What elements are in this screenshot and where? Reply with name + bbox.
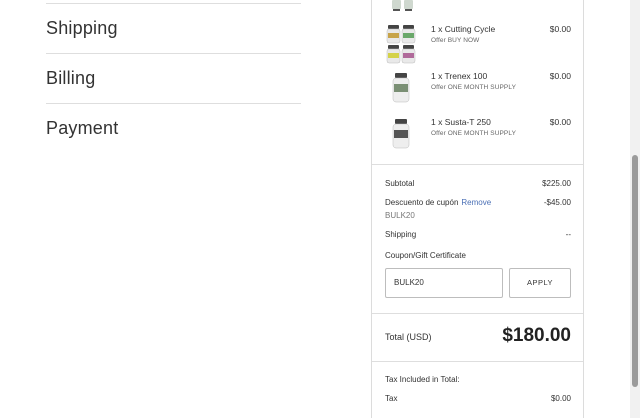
discount-label: Descuento de cupón: [385, 198, 459, 207]
item-name: 1 x Cutting Cycle: [431, 24, 496, 34]
item-price: $0.00: [549, 71, 571, 81]
cart-item: 1 x Susta-T 250 Offer ONE MONTH SUPPLY $…: [372, 117, 583, 163]
apply-coupon-button[interactable]: APPLY: [509, 268, 571, 298]
tax-included-label: Tax Included in Total:: [385, 375, 460, 384]
cart-item: 1 x Cutting Cycle Offer BUY NOW $0.00: [372, 24, 583, 70]
item-offer: Offer ONE MONTH SUPPLY: [431, 130, 517, 137]
shipping-value: --: [565, 230, 571, 239]
total-label: Total (USD): [385, 332, 432, 342]
subtotal-label: Subtotal: [385, 179, 415, 188]
tax-label: Tax: [385, 394, 398, 403]
divider: [372, 313, 583, 314]
product-bottle-icon: [392, 73, 410, 103]
item-name: 1 x Susta-T 250: [431, 117, 491, 127]
product-bottle-icon: [392, 119, 410, 149]
step-payment-label: Payment: [46, 118, 119, 138]
coupon-label: Coupon/Gift Certificate: [385, 251, 466, 260]
scrollbar-thumb[interactable]: [632, 155, 638, 387]
step-shipping[interactable]: Shipping: [46, 4, 301, 53]
tax-value: $0.00: [550, 394, 571, 403]
order-summary: 1 x Cutting Cycle Offer BUY NOW $0.00 1 …: [371, 0, 584, 418]
step-billing-label: Billing: [46, 68, 96, 88]
coupon-input[interactable]: BULK20: [385, 268, 503, 298]
discount-label-group: Descuento de cupón Remove: [385, 198, 491, 207]
subtotal-row: Subtotal $225.00: [385, 179, 571, 188]
product-bottle-icon: [392, 0, 413, 11]
tax-row: Tax $0.00: [385, 394, 571, 403]
divider: [372, 361, 583, 362]
applied-coupon-code: BULK20: [385, 211, 415, 220]
shipping-label: Shipping: [385, 230, 417, 239]
item-offer: Offer ONE MONTH SUPPLY: [431, 84, 517, 91]
discount-value: -$45.00: [543, 198, 571, 207]
step-shipping-label: Shipping: [46, 18, 118, 38]
shipping-row: Shipping --: [385, 230, 571, 239]
discount-row: Descuento de cupón Remove -$45.00: [385, 198, 571, 207]
cart-item: 1 x Trenex 100 Offer ONE MONTH SUPPLY $0…: [372, 71, 583, 117]
total-value: $180.00: [502, 325, 571, 346]
item-offer: Offer BUY NOW: [431, 37, 480, 44]
item-name: 1 x Trenex 100: [431, 71, 488, 81]
subtotal-value: $225.00: [542, 179, 571, 188]
checkout-steps: Shipping Billing Payment: [46, 4, 301, 153]
product-bottles-icon: [386, 25, 416, 64]
step-billing[interactable]: Billing: [46, 54, 301, 103]
step-payment[interactable]: Payment: [46, 104, 301, 153]
remove-coupon-link[interactable]: Remove: [461, 198, 491, 207]
item-price: $0.00: [549, 117, 571, 127]
divider: [372, 164, 583, 165]
item-price: $0.00: [549, 24, 571, 34]
